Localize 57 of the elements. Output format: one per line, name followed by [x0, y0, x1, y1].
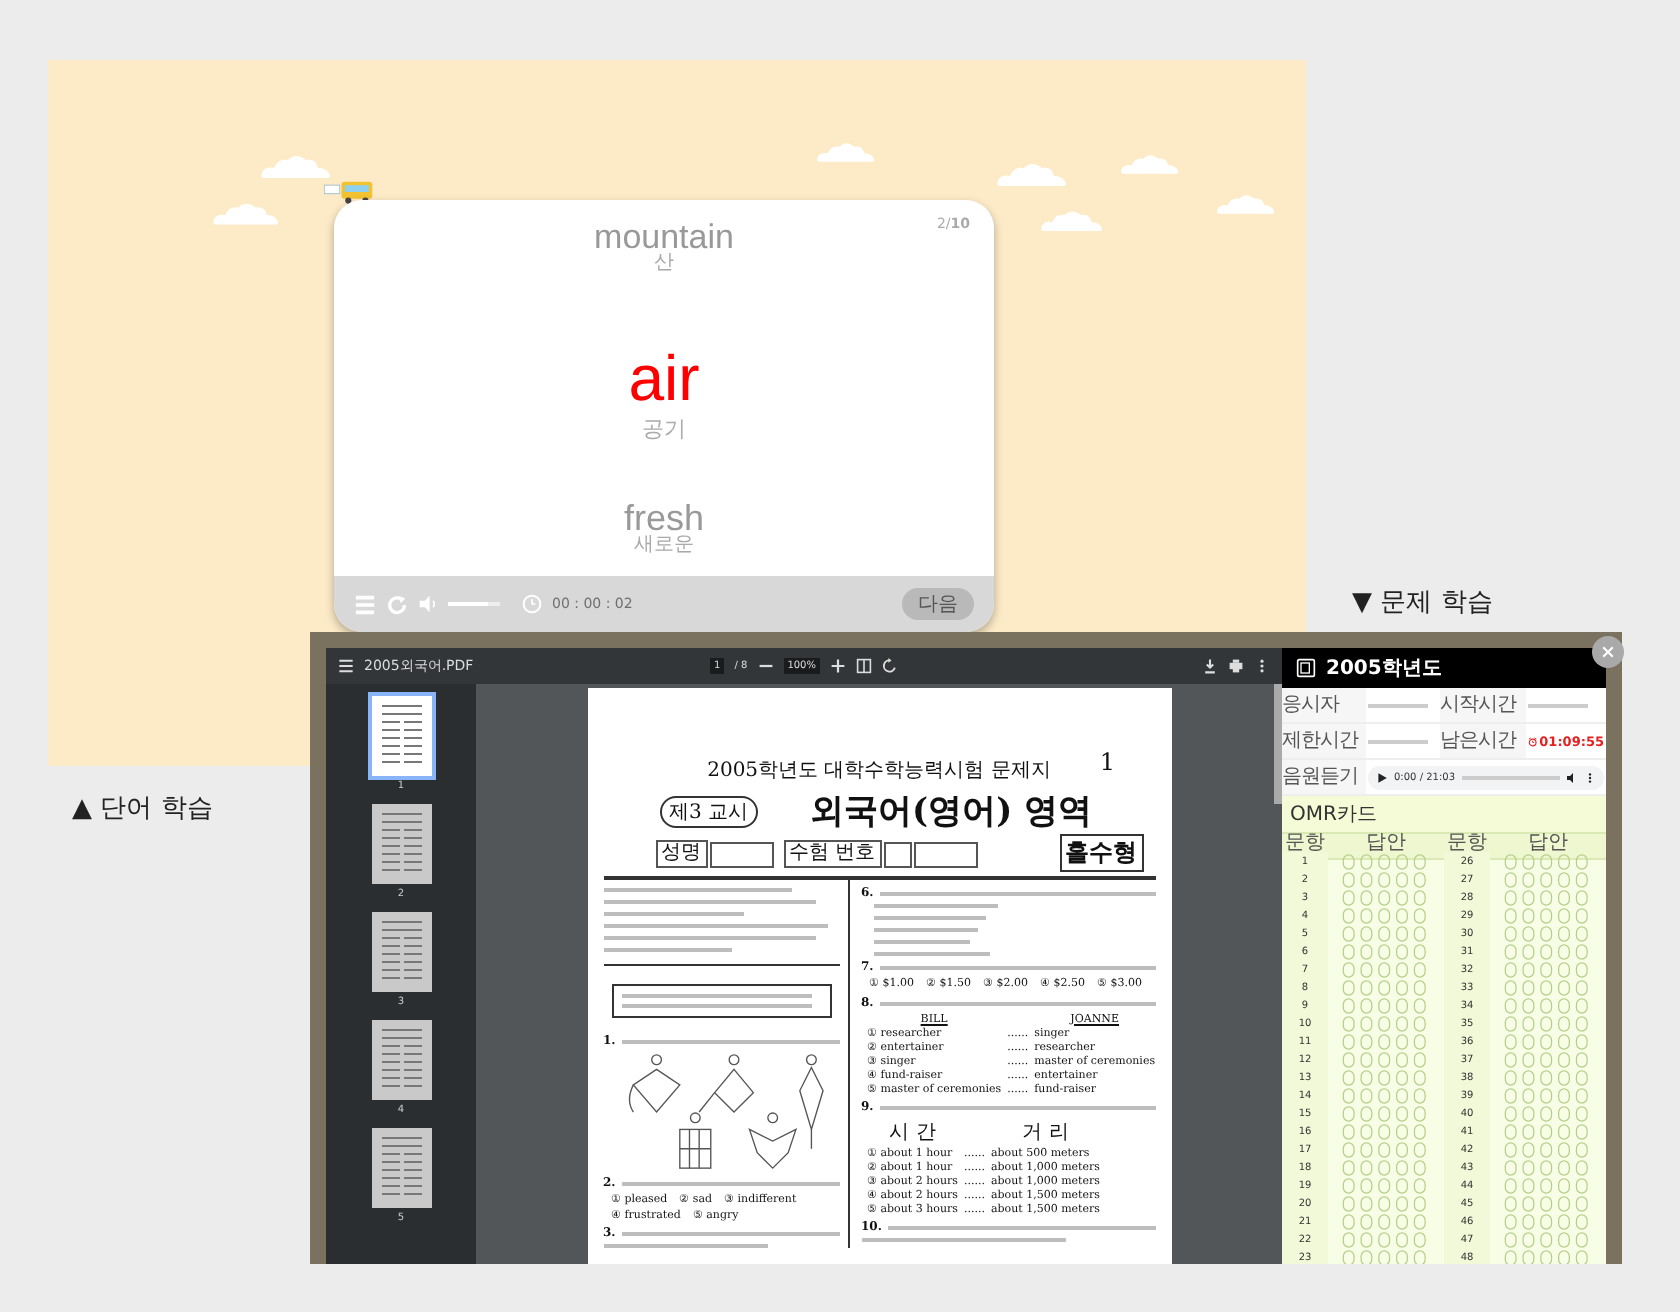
vocabulary-word: air — [628, 346, 700, 410]
clock-icon — [522, 594, 542, 614]
cloud-icon — [1216, 192, 1276, 216]
panel-title: 2005학년도 — [1326, 656, 1442, 682]
column-header: 답안 — [1490, 834, 1606, 860]
volume-icon[interactable] — [1566, 771, 1578, 783]
zoom-in-icon[interactable] — [829, 658, 846, 674]
more-icon[interactable] — [1584, 771, 1596, 783]
scrollbar[interactable] — [1274, 684, 1282, 804]
info-label: 남은시간 — [1440, 724, 1526, 760]
info-label: 음원듣기 — [1282, 760, 1366, 796]
refresh-icon[interactable] — [386, 593, 408, 615]
section-label: ▼ 문제 학습 — [1352, 586, 1493, 620]
rotate-icon[interactable] — [881, 658, 898, 674]
page-thumbnail[interactable] — [367, 692, 435, 780]
fit-page-icon[interactable] — [855, 658, 872, 674]
info-label: 시작시간 — [1440, 688, 1526, 724]
cloud-icon — [212, 200, 280, 227]
word-meaning: 새로운 — [634, 536, 694, 556]
exam-title: 외국어(영어) 영역 — [810, 790, 1093, 834]
cloud-icon — [1120, 152, 1180, 176]
cloud-icon — [260, 152, 332, 180]
page-thumbnail[interactable] — [367, 908, 435, 996]
period-badge: 제3 교시 — [659, 795, 759, 827]
alarm-clock-icon — [1528, 733, 1538, 749]
page-thumbnail[interactable] — [367, 1016, 435, 1104]
id-field — [913, 841, 978, 867]
table-heading: 시 간 — [887, 1119, 938, 1146]
page-number: 1 — [1099, 748, 1115, 776]
id-field — [883, 841, 912, 867]
section-label: ▲ 단어 학습 — [72, 792, 213, 826]
cloud-icon — [816, 140, 876, 164]
download-icon[interactable] — [1202, 658, 1219, 674]
vocabulary-word: mountain — [594, 220, 734, 254]
info-label: 응시자 — [1282, 688, 1366, 724]
menu-icon[interactable] — [338, 658, 354, 674]
page-thumbnail[interactable] — [367, 1124, 435, 1212]
play-icon[interactable] — [1376, 771, 1388, 783]
info-label: 제한시간 — [1282, 724, 1366, 760]
exam-subtitle: 2005학년도 대학수학능력시험 문제지 — [707, 758, 1051, 784]
table-heading: 거 리 — [1020, 1119, 1071, 1146]
name-field — [709, 841, 773, 867]
word-meaning: 공기 — [642, 418, 686, 440]
omr-title: OMR카드 — [1282, 796, 1606, 834]
cloud-icon — [1040, 208, 1104, 233]
vocabulary-word: fresh — [623, 500, 705, 536]
name-label: 성명 — [655, 840, 707, 868]
form-type-badge: 홀수형 — [1059, 834, 1143, 872]
column-header: 답안 — [1328, 834, 1444, 860]
word-meaning: 산 — [654, 254, 674, 274]
close-button[interactable] — [1592, 636, 1624, 668]
id-label: 수험 번호 — [783, 840, 882, 868]
document-icon — [1296, 658, 1316, 678]
cloud-icon — [996, 160, 1068, 188]
close-icon — [1600, 644, 1616, 660]
print-icon[interactable] — [1228, 658, 1245, 674]
page-thumbnail[interactable] — [367, 800, 435, 888]
